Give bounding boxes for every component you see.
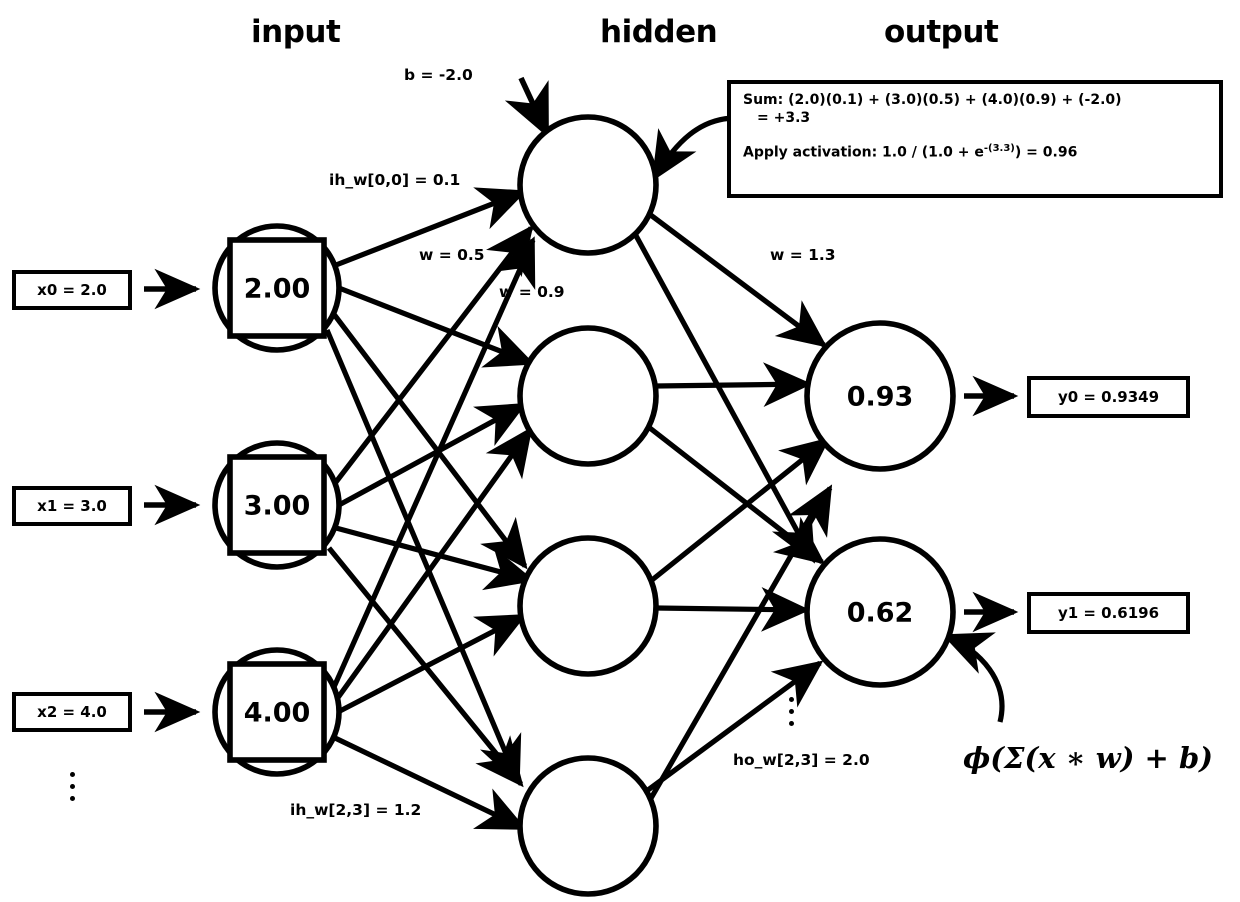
neural-network-diagram: input hidden output 2.00 3.00 4.00 0.93 … — [0, 0, 1240, 902]
ellipsis-dot — [70, 772, 75, 777]
ih-w23-label: ih_w[2,3] = 1.2 — [290, 801, 422, 819]
input-value-box: x1 = 3.0 — [12, 486, 132, 526]
annotation-sum-line: Sum: (2.0)(0.1) + (3.0)(0.5) + (4.0)(0.9… — [743, 92, 1122, 108]
input-value-label: x2 = 4.0 — [37, 703, 107, 721]
hidden-node[interactable] — [517, 114, 659, 256]
annotation-activation-pre: Apply activation: 1.0 / (1.0 + e — [743, 144, 984, 161]
output-node-value: 0.93 — [846, 381, 914, 413]
input-ellipsis — [70, 772, 75, 801]
input-node-value: 4.00 — [243, 697, 311, 729]
annotation-activation-line: Apply activation: 1.0 / (1.0 + e-(3.3)) … — [743, 143, 1209, 162]
w-05-label: w = 0.5 — [419, 246, 485, 264]
computation-annotation-box: Sum: (2.0)(0.1) + (3.0)(0.5) + (4.0)(0.9… — [727, 80, 1223, 198]
annotation-spacer — [743, 127, 1209, 143]
annotation-sum-result: = +3.3 — [757, 109, 811, 126]
ellipsis-dot — [70, 784, 75, 789]
input-value-box: x2 = 4.0 — [12, 692, 132, 732]
layer-header-input: input — [251, 14, 341, 50]
input-node-value: 3.00 — [243, 490, 311, 522]
ellipsis-dot — [789, 697, 794, 702]
annotation-activation-exponent: -(3.3) — [983, 143, 1015, 154]
hidden-node[interactable] — [517, 755, 659, 897]
hidden-node[interactable] — [517, 325, 659, 467]
activation-formula: ϕ(Σ(x ∗ w) + b) — [963, 741, 1213, 775]
ih-w00-label: ih_w[0,0] = 0.1 — [329, 171, 461, 189]
output-node-value: 0.62 — [846, 597, 914, 629]
output-value-box: y0 = 0.9349 — [1027, 376, 1190, 418]
bias-label: b = -2.0 — [404, 66, 473, 84]
output-value-label: y0 = 0.9349 — [1057, 388, 1160, 406]
layer-header-hidden: hidden — [600, 14, 718, 50]
output-value-box: y1 = 0.6196 — [1027, 592, 1190, 634]
output-value-label: y1 = 0.6196 — [1057, 604, 1160, 622]
input-value-label: x0 = 2.0 — [37, 281, 107, 299]
layer-header-output: output — [884, 14, 999, 50]
input-value-label: x1 = 3.0 — [37, 497, 107, 515]
output-ellipsis — [789, 697, 794, 726]
ellipsis-dot — [789, 709, 794, 714]
input-value-box: x0 = 2.0 — [12, 270, 132, 310]
w-13-label: w = 1.3 — [770, 246, 836, 264]
ho-w23-label: ho_w[2,3] = 2.0 — [733, 751, 870, 769]
annotation-activation-post: ) = 0.96 — [1014, 144, 1078, 161]
w-09-label: w = 0.9 — [499, 283, 565, 301]
input-node-value: 2.00 — [243, 273, 311, 305]
ellipsis-dot — [70, 796, 75, 801]
ellipsis-dot — [789, 721, 794, 726]
hidden-node[interactable] — [517, 535, 659, 677]
